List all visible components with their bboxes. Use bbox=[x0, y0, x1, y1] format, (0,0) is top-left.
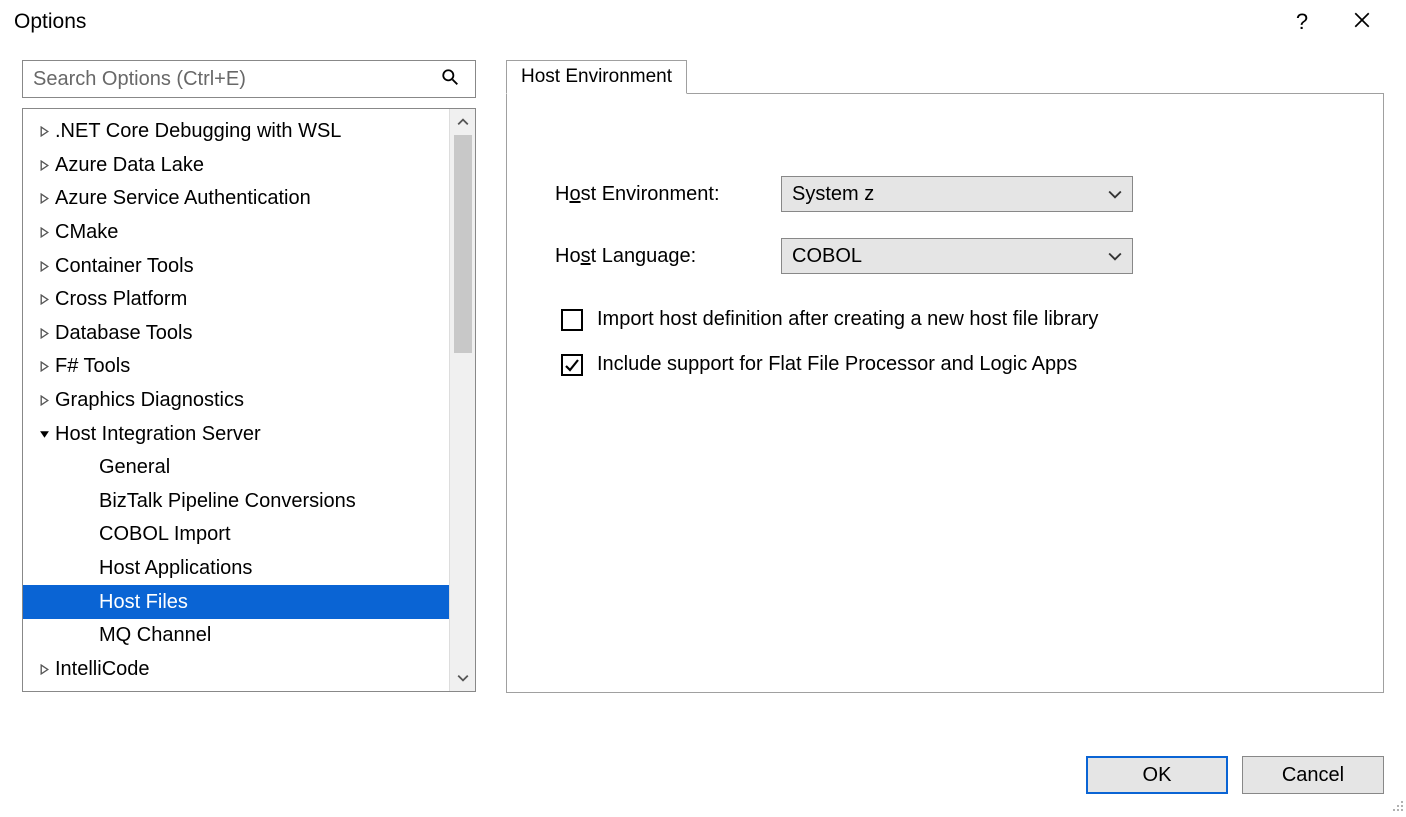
tree-item[interactable]: MQ Channel bbox=[23, 619, 449, 653]
tree-item[interactable]: Cross Platform bbox=[23, 283, 449, 317]
tree-expand-icon[interactable] bbox=[33, 126, 55, 137]
tab-label: Host Environment bbox=[521, 66, 672, 88]
tree-item-label: MQ Channel bbox=[99, 624, 211, 647]
chevron-down-icon bbox=[1108, 245, 1122, 268]
tree-item-label: Graphics Diagnostics bbox=[55, 389, 244, 412]
tree-expand-icon[interactable] bbox=[33, 261, 55, 272]
tree-expand-icon[interactable] bbox=[33, 361, 55, 372]
tree-item-label: Host Applications bbox=[99, 557, 252, 580]
tree-expand-icon[interactable] bbox=[33, 160, 55, 171]
tree-collapse-icon[interactable] bbox=[33, 429, 55, 440]
tree-expand-icon[interactable] bbox=[33, 227, 55, 238]
titlebar: Options ? bbox=[0, 0, 1406, 44]
resize-grip[interactable] bbox=[1388, 796, 1404, 812]
import-host-definition-label: Import host definition after creating a … bbox=[597, 308, 1098, 331]
tree-expand-icon[interactable] bbox=[33, 395, 55, 406]
tree-item[interactable]: IntelliCode bbox=[23, 653, 449, 687]
scroll-up-button[interactable] bbox=[450, 109, 475, 135]
tree-item[interactable]: .NET Core Debugging with WSL bbox=[23, 115, 449, 149]
window-title: Options bbox=[14, 10, 86, 34]
tree-item-label: .NET Core Debugging with WSL bbox=[55, 120, 341, 143]
tree-item-label: Cross Platform bbox=[55, 288, 187, 311]
tree-item-label: CMake bbox=[55, 221, 118, 244]
tree-item[interactable]: COBOL Import bbox=[23, 518, 449, 552]
tree-item-label: BizTalk Pipeline Conversions bbox=[99, 490, 356, 513]
tree-item[interactable]: Database Tools bbox=[23, 317, 449, 351]
settings-panel: Host Environment: System z Host Language… bbox=[506, 93, 1384, 693]
scrollbar[interactable] bbox=[449, 109, 475, 691]
scrollbar-thumb[interactable] bbox=[454, 135, 472, 353]
tree-item-label: Azure Data Lake bbox=[55, 154, 204, 177]
tree-item[interactable]: F# Tools bbox=[23, 350, 449, 384]
tree-item[interactable]: Azure Service Authentication bbox=[23, 182, 449, 216]
tree-item[interactable]: Graphics Diagnostics bbox=[23, 384, 449, 418]
host-environment-label: Host Environment: bbox=[555, 183, 781, 206]
tree-item-label: F# Tools bbox=[55, 355, 130, 378]
cancel-button[interactable]: Cancel bbox=[1242, 756, 1384, 794]
tree-item[interactable]: Host Files bbox=[23, 585, 449, 619]
tree-item[interactable]: Container Tools bbox=[23, 249, 449, 283]
host-language-dropdown[interactable]: COBOL bbox=[781, 238, 1133, 274]
tree-item-label: Database Tools bbox=[55, 322, 193, 345]
tree-item-label: Host Integration Server bbox=[55, 423, 261, 446]
search-box[interactable] bbox=[22, 60, 476, 98]
host-environment-dropdown[interactable]: System z bbox=[781, 176, 1133, 212]
tree-expand-icon[interactable] bbox=[33, 294, 55, 305]
tree-item-label: General bbox=[99, 456, 170, 479]
tree-item-label: Azure Service Authentication bbox=[55, 187, 311, 210]
ok-button[interactable]: OK bbox=[1086, 756, 1228, 794]
tree-item[interactable]: Host Integration Server bbox=[23, 417, 449, 451]
search-input[interactable] bbox=[23, 68, 441, 91]
tree-item[interactable]: Azure Data Lake bbox=[23, 149, 449, 183]
host-environment-value: System z bbox=[792, 183, 874, 206]
include-flat-file-support-checkbox[interactable] bbox=[561, 354, 583, 376]
tree-item[interactable]: Host Applications bbox=[23, 552, 449, 586]
host-language-label: Host Language: bbox=[555, 245, 781, 268]
tree-expand-icon[interactable] bbox=[33, 664, 55, 675]
options-tree[interactable]: .NET Core Debugging with WSL Azure Data L… bbox=[23, 109, 449, 691]
scroll-down-button[interactable] bbox=[450, 665, 475, 691]
chevron-down-icon bbox=[1108, 183, 1122, 206]
search-icon bbox=[441, 68, 469, 91]
tree-expand-icon[interactable] bbox=[33, 193, 55, 204]
tree-item[interactable]: BizTalk Pipeline Conversions bbox=[23, 485, 449, 519]
tree-item-label: IntelliCode bbox=[55, 658, 150, 681]
tree-item-label: Container Tools bbox=[55, 255, 194, 278]
include-flat-file-support-label: Include support for Flat File Processor … bbox=[597, 353, 1077, 376]
tree-item-label: COBOL Import bbox=[99, 523, 231, 546]
import-host-definition-checkbox[interactable] bbox=[561, 309, 583, 331]
tree-item[interactable]: CMake bbox=[23, 216, 449, 250]
tree-item[interactable]: General bbox=[23, 451, 449, 485]
tree-item-label: Host Files bbox=[99, 591, 188, 614]
host-language-value: COBOL bbox=[792, 245, 862, 268]
tab-host-environment[interactable]: Host Environment bbox=[506, 60, 687, 94]
close-button[interactable] bbox=[1332, 9, 1392, 35]
help-button[interactable]: ? bbox=[1272, 9, 1332, 35]
tree-expand-icon[interactable] bbox=[33, 328, 55, 339]
